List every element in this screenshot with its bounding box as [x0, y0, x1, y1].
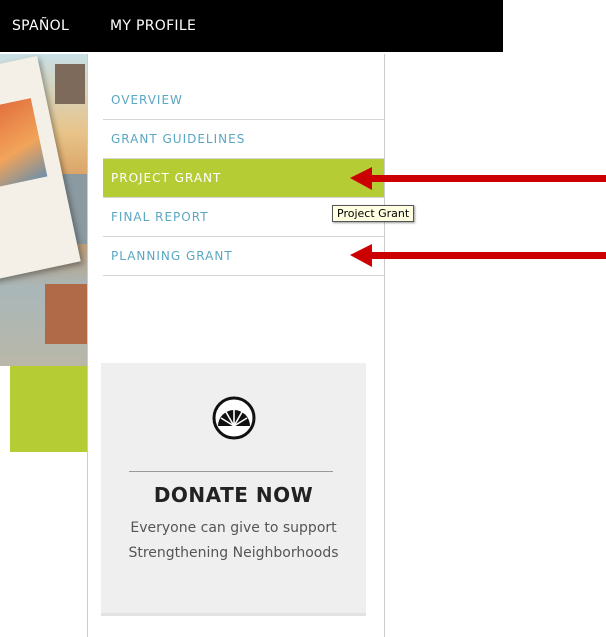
sidebar-item-planning-grant[interactable]: PLANNING GRANT: [103, 237, 384, 276]
sidebar-item-grant-guidelines[interactable]: GRANT GUIDELINES: [103, 120, 384, 159]
language-link[interactable]: SPAÑOL: [12, 18, 69, 34]
sidebar-nav: OVERVIEW GRANT GUIDELINES PROJECT GRANT …: [103, 81, 384, 276]
sidebar-item-project-grant[interactable]: PROJECT GRANT: [103, 159, 384, 198]
sunburst-logo-icon: [212, 396, 256, 440]
sidebar-item-overview[interactable]: OVERVIEW: [103, 81, 384, 120]
my-profile-link[interactable]: MY PROFILE: [110, 18, 196, 34]
donate-box[interactable]: DONATE NOW Everyone can give to support …: [101, 363, 366, 616]
donate-divider: [129, 471, 333, 472]
annotation-arrow-icon: [350, 244, 606, 267]
top-navigation-bar: SPAÑOL MY PROFILE: [0, 0, 503, 52]
annotation-arrow-icon: [350, 167, 606, 190]
donate-title[interactable]: DONATE NOW: [101, 483, 366, 507]
tooltip: Project Grant: [332, 205, 415, 222]
hero-green-band: [10, 366, 87, 452]
donate-description: Everyone can give to support Strengtheni…: [128, 520, 339, 561]
hero-illustration: [0, 54, 87, 366]
